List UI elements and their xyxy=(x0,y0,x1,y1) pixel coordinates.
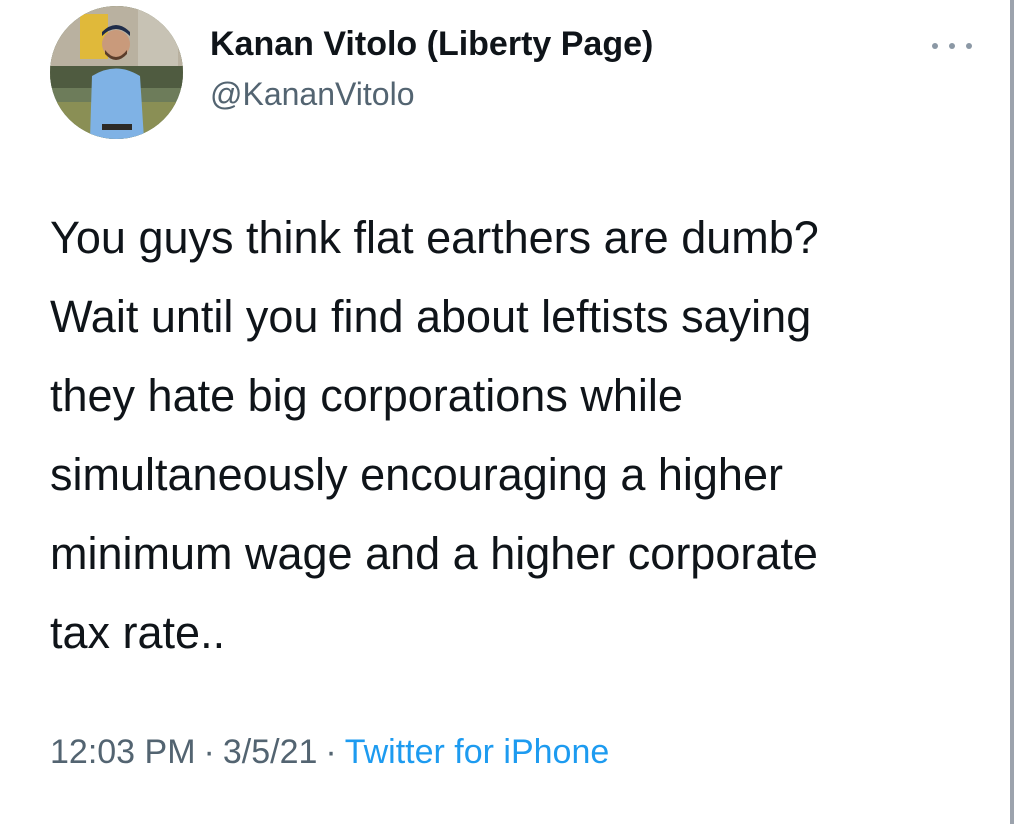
author-display-name[interactable]: Kanan Vitolo (Liberty Page) xyxy=(210,25,653,64)
metadata-separator: · xyxy=(203,733,215,771)
tweet-source-link[interactable]: Twitter for iPhone xyxy=(345,733,610,771)
author-avatar[interactable] xyxy=(50,6,183,139)
tweet-time[interactable]: 12:03 PM xyxy=(50,733,196,771)
author-handle[interactable]: @KananVitolo xyxy=(210,76,414,113)
more-options-button[interactable] xyxy=(932,36,972,56)
tweet-metadata: 12:03 PM · 3/5/21 · Twitter for iPhone xyxy=(50,733,609,772)
profile-photo-icon xyxy=(50,6,183,139)
tweet-text: You guys think flat earthers are dumb? W… xyxy=(50,212,819,658)
more-horizontal-icon xyxy=(932,43,938,49)
more-horizontal-icon-dot xyxy=(966,43,972,49)
more-horizontal-icon-dot xyxy=(949,43,955,49)
screenshot-edge-border xyxy=(1010,0,1014,824)
tweet-date[interactable]: 3/5/21 xyxy=(223,733,318,771)
metadata-separator: · xyxy=(325,733,337,771)
